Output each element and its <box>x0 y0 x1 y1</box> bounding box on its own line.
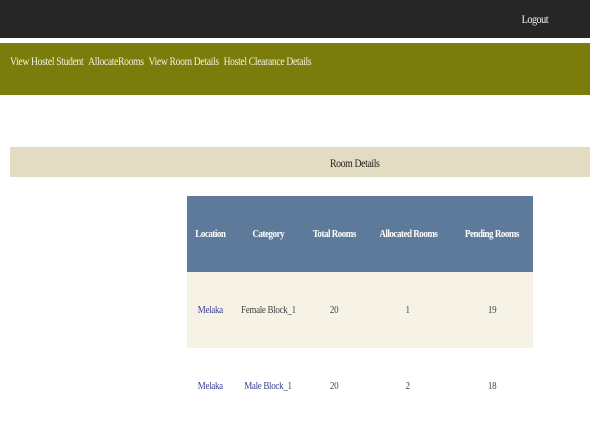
column-header-pending-rooms: Pending Rooms <box>451 196 533 272</box>
column-header-total-rooms: Total Rooms <box>303 196 365 272</box>
top-bar: Logout <box>0 0 590 38</box>
cell-total-rooms: 20 <box>303 272 365 348</box>
page-title: Room Details <box>330 156 380 170</box>
nav-view-hostel-student[interactable]: View Hostel Student <box>10 54 84 69</box>
nav-bar: View Hostel Student AllocateRooms View R… <box>0 43 590 95</box>
cell-pending-rooms: 19 <box>451 272 533 348</box>
logout-link[interactable]: Logout <box>522 12 549 27</box>
cell-location: Melaka <box>187 272 233 348</box>
cell-total-rooms: 20 <box>303 348 365 424</box>
nav-view-room-details[interactable]: View Room Details <box>149 54 220 69</box>
table-row: Melaka Female Block_1 20 1 19 <box>187 272 533 348</box>
nav-hostel-clearance-details[interactable]: Hostel Clearance Details <box>224 54 312 69</box>
section-header: Room Details <box>10 147 590 177</box>
column-header-location: Location <box>187 196 233 272</box>
cell-pending-rooms: 18 <box>451 348 533 424</box>
cell-allocated-rooms: 1 <box>365 272 451 348</box>
cell-category: Female Block_1 <box>233 272 303 348</box>
cell-location: Melaka <box>187 348 233 424</box>
cell-category: Male Block_1 <box>233 348 303 424</box>
column-header-allocated-rooms: Allocated Rooms <box>365 196 451 272</box>
cell-allocated-rooms: 2 <box>365 348 451 424</box>
nav-allocate-rooms[interactable]: AllocateRooms <box>88 54 144 69</box>
nav-links: View Hostel Student AllocateRooms View R… <box>10 54 316 69</box>
table-header-row: Location Category Total Rooms Allocated … <box>187 196 533 272</box>
table-row: Melaka Male Block_1 20 2 18 <box>187 348 533 424</box>
column-header-category: Category <box>233 196 303 272</box>
